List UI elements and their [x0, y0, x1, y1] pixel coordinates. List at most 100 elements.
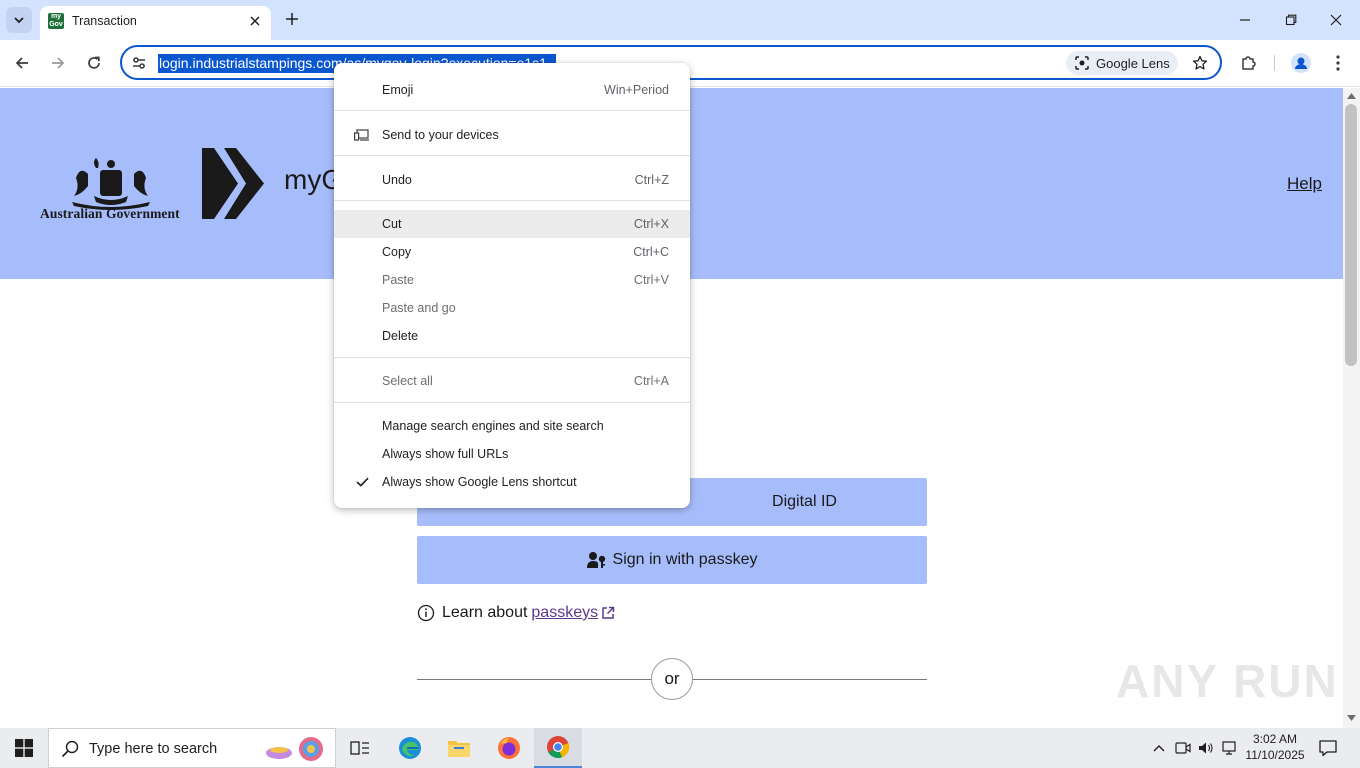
australian-government-label: Australian Government: [40, 206, 180, 221]
restore-icon: [1285, 14, 1297, 26]
menu-item-emoji[interactable]: Emoji Win+Period: [334, 76, 690, 104]
devices-icon: [354, 127, 370, 143]
firefox-icon: [498, 737, 520, 759]
menu-item-label: Send to your devices: [382, 128, 499, 142]
mygov-favicon-icon: my Gov: [48, 13, 64, 29]
passkeys-link[interactable]: passkeys: [531, 604, 598, 622]
back-button[interactable]: [9, 50, 35, 76]
volume-button[interactable]: [1198, 740, 1214, 756]
mygov-logo-icon: [202, 148, 264, 219]
or-separator: or: [651, 658, 693, 700]
minimize-button[interactable]: [1225, 6, 1265, 34]
edge-icon: [399, 737, 421, 759]
menu-item-send-to-devices[interactable]: Send to your devices: [334, 121, 690, 149]
lens-icon: [1075, 56, 1089, 70]
menu-item-label: Manage search engines and site search: [382, 419, 604, 433]
menu-item-cut[interactable]: Cut Ctrl+X: [334, 210, 690, 238]
menu-separator: [334, 200, 690, 201]
menu-item-manage-search-engines[interactable]: Manage search engines and site search: [334, 412, 690, 440]
minimize-icon: [1240, 19, 1250, 21]
clock-time: 3:02 AM: [1252, 732, 1298, 746]
scroll-up-arrow-icon[interactable]: [1347, 92, 1356, 100]
taskbar-chrome[interactable]: [534, 728, 582, 768]
chevron-up-icon: [1153, 745, 1165, 752]
notification-icon[interactable]: [1318, 738, 1338, 758]
tab-search-button[interactable]: [6, 7, 32, 33]
forward-button[interactable]: [45, 50, 71, 76]
passkey-icon: [586, 551, 607, 569]
help-link[interactable]: Help: [1287, 174, 1322, 194]
more-vert-icon: [1336, 55, 1340, 71]
menu-item-select-all[interactable]: Select all Ctrl+A: [334, 367, 690, 395]
menu-item-undo[interactable]: Undo Ctrl+Z: [334, 166, 690, 194]
page-scrollbar[interactable]: [1343, 88, 1360, 728]
reload-button[interactable]: [81, 50, 107, 76]
chevron-down-icon: [14, 17, 24, 24]
bookmark-button[interactable]: [1188, 51, 1212, 75]
menu-item-paste-and-go[interactable]: Paste and go: [334, 294, 690, 322]
passkey-label: Sign in with passkey: [612, 551, 758, 568]
learn-about-passkeys: Learn about passkeys: [417, 604, 615, 622]
windows-taskbar: Type here to search 3:02 AM 11/10/2025: [0, 728, 1360, 768]
site-info-button[interactable]: [130, 54, 148, 72]
browser-tab[interactable]: my Gov Transaction: [40, 6, 271, 40]
system-clock[interactable]: 3:02 AM 11/10/2025: [1242, 731, 1308, 763]
scroll-down-arrow-icon[interactable]: [1347, 714, 1356, 722]
taskbar-search-box[interactable]: Type here to search: [48, 728, 336, 768]
star-icon: [1192, 55, 1208, 70]
menu-item-copy[interactable]: Copy Ctrl+C: [334, 238, 690, 266]
new-tab-button[interactable]: [281, 8, 303, 30]
taskbar-file-explorer[interactable]: [435, 728, 483, 768]
menu-item-paste[interactable]: Paste Ctrl+V: [334, 266, 690, 294]
arrow-right-icon: [52, 57, 65, 69]
tab-strip: my Gov Transaction: [0, 0, 1360, 40]
tab-title: Transaction: [72, 14, 137, 28]
menu-item-label: Always show Google Lens shortcut: [382, 475, 577, 489]
tab-close-button[interactable]: [246, 12, 264, 30]
search-icon: [61, 740, 79, 758]
divider: [692, 679, 927, 680]
restore-button[interactable]: [1271, 6, 1311, 34]
menu-item-always-show-full-urls[interactable]: Always show full URLs: [334, 440, 690, 468]
close-window-button[interactable]: [1316, 6, 1356, 34]
menu-item-always-show-lens-shortcut[interactable]: Always show Google Lens shortcut: [334, 468, 690, 496]
scrollbar-thumb[interactable]: [1345, 104, 1357, 366]
show-hidden-icons-button[interactable]: [1151, 740, 1167, 756]
plus-icon: [286, 13, 298, 25]
menu-item-label: Paste: [382, 273, 414, 287]
menu-separator: [334, 402, 690, 403]
search-placeholder: Type here to search: [89, 741, 218, 757]
camera-icon: [1175, 742, 1191, 754]
task-view-button[interactable]: [336, 728, 384, 768]
close-icon: [1330, 14, 1342, 26]
menu-item-shortcut: Ctrl+Z: [634, 173, 669, 187]
menu-item-label: Emoji: [382, 83, 414, 97]
menu-item-delete[interactable]: Delete: [334, 322, 690, 350]
meet-now-button[interactable]: [1175, 740, 1191, 756]
anyrun-watermark: ANY RUN: [1116, 655, 1339, 707]
omnibox-context-menu: Emoji Win+Period Send to your devices Un…: [334, 63, 690, 508]
menu-separator: [334, 155, 690, 156]
learn-prefix: Learn about: [442, 604, 528, 621]
browser-menu-button[interactable]: [1326, 50, 1350, 76]
speaker-icon: [1199, 742, 1213, 754]
taskbar-firefox[interactable]: [485, 728, 533, 768]
clock-date: 11/10/2025: [1245, 748, 1305, 762]
menu-item-label: Paste and go: [382, 301, 456, 315]
menu-item-label: Undo: [382, 173, 412, 187]
arrow-left-icon: [15, 57, 28, 69]
profile-button[interactable]: [1288, 50, 1314, 76]
menu-item-label: Delete: [382, 329, 419, 343]
chrome-icon: [547, 736, 570, 759]
google-lens-label: Google Lens: [1096, 55, 1170, 71]
sign-in-passkey-button[interactable]: Sign in with passkey: [417, 536, 927, 584]
folder-icon: [448, 741, 470, 757]
menu-item-label: Cut: [382, 217, 402, 231]
start-button[interactable]: [0, 728, 48, 768]
extensions-button[interactable]: [1236, 50, 1262, 76]
reload-icon: [88, 56, 100, 69]
network-button[interactable]: [1222, 740, 1238, 756]
google-lens-button[interactable]: Google Lens: [1066, 51, 1178, 75]
taskbar-edge[interactable]: [386, 728, 434, 768]
menu-item-label: Select all: [382, 374, 433, 388]
